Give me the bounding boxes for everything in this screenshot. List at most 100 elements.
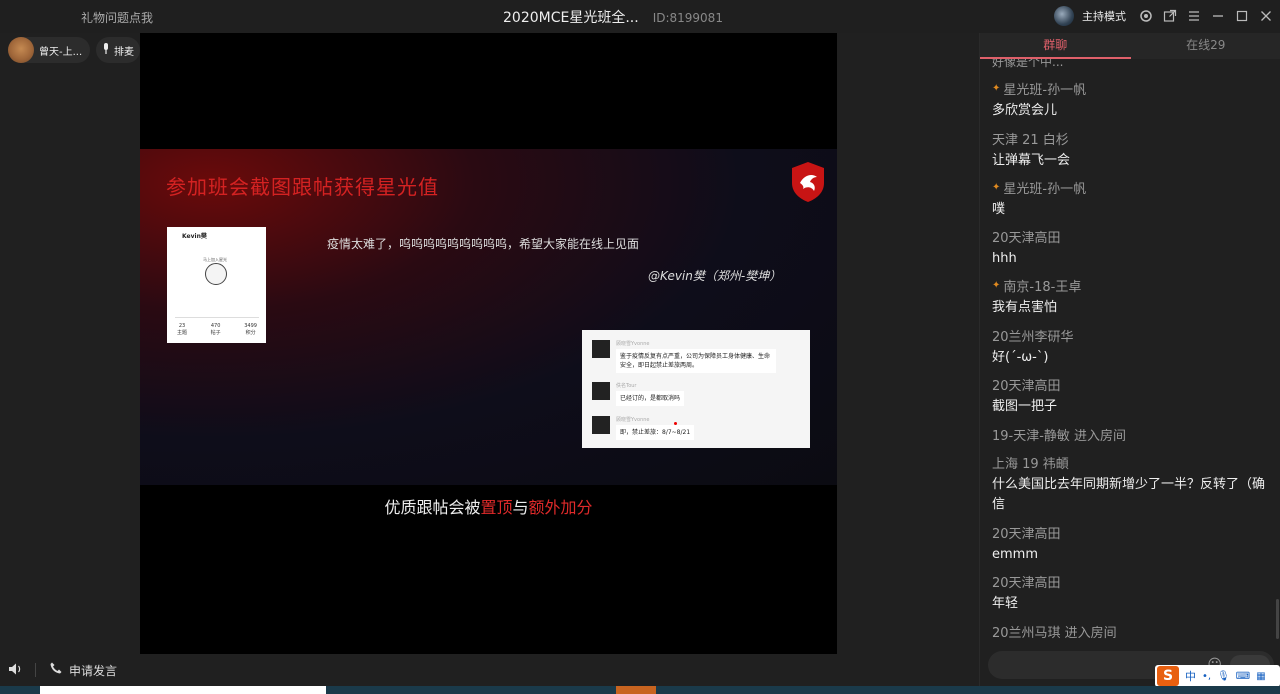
chat-sender-name[interactable]: 20天津高田 (992, 227, 1272, 246)
tab-group-chat[interactable]: 群聊 (980, 33, 1131, 59)
chat-message: 天津 21 白杉让弹幕飞一会 (992, 129, 1272, 171)
scrollbar[interactable] (1276, 599, 1279, 639)
room-id: ID:8199081 (652, 11, 723, 25)
queue-mic-button[interactable]: 排麦 (96, 37, 140, 63)
chat-message-text: 什么美国比去年同期新增少了一半？反转了（确信 (992, 477, 1266, 512)
apply-speak-label: 申请发言 (69, 663, 118, 678)
chat-message-text: 我有点害怕 (992, 300, 1058, 315)
close-icon[interactable] (1258, 8, 1274, 24)
video-area[interactable]: 参加班会截图跟帖获得星光值 Kevin樊 马上加入星光 23 主题 470 帖子 3… (140, 33, 837, 654)
chat-message-text: 好(´-ω-`) (992, 350, 1049, 365)
chat-shot-row: 顾晓雪Yvonne 鉴于疫情反复有点严重，公司为保障员工身体健康、生命安全，即日… (592, 340, 776, 373)
chat-message-text: 让弹幕飞一会 (992, 153, 1071, 168)
taskbar-search[interactable] (40, 686, 326, 694)
mic-icon[interactable]: 🎙 (1217, 671, 1230, 682)
chat-message: 20兰州李研华好(´-ω-`) (992, 326, 1272, 368)
maximize-icon[interactable] (1234, 8, 1250, 24)
msi-shield-logo (792, 162, 824, 202)
divider (175, 317, 259, 318)
chat-message: ✦ 星光班-孙一帆多欣赏会儿 (992, 79, 1272, 121)
profile-name: Kevin樊 (182, 233, 207, 240)
speaker-chip[interactable]: 曾天-上... (8, 37, 91, 63)
grid-icon[interactable]: ▦ (1256, 671, 1265, 682)
chat-sender-name[interactable]: ✦ 星光班-孙一帆 (992, 178, 1272, 197)
window-controls: 主持模式 (1054, 5, 1274, 27)
ime-lang[interactable]: 中 (1185, 668, 1196, 684)
profile-stats: 23 主题 470 帖子 3499 积分 (177, 323, 257, 337)
host-mode-label[interactable]: 主持模式 (1082, 8, 1126, 24)
slide-author: @Kevin樊（郑州-樊坤） (648, 269, 782, 283)
chat-message-cutoff: 好像是个中... (992, 59, 1064, 69)
chat-sender-name[interactable]: 19-天津-静敏 进入房间 (992, 425, 1272, 444)
room-title-group: 2020MCE星光班全... ID:8199081 (503, 7, 723, 27)
presentation-slide: 参加班会截图跟帖获得星光值 Kevin樊 马上加入星光 23 主题 470 帖子 3… (140, 149, 837, 517)
chat-message: 20天津高田 hhh (992, 227, 1272, 269)
chat-message-text: 噗 (992, 202, 1006, 217)
keyboard-icon[interactable]: ⌨ (1236, 671, 1250, 682)
slide-title: 参加班会截图跟帖获得星光值 (166, 175, 439, 199)
bottom-toolbar: 申请发言 (0, 654, 979, 686)
medal-icon: ✦ (992, 280, 1001, 291)
profile-stat: 23 主题 (177, 323, 188, 336)
slide-quote: 疫情太难了，呜呜呜呜呜呜呜呜呜，希望大家能在线上见面 (327, 237, 640, 251)
menu-icon[interactable] (1186, 8, 1202, 24)
chat-panel: 群聊 在线29 好像是个中... ✦ 星光班-孙一帆 多欣赏会儿 天津 21 白杉 让弹… (979, 33, 1280, 686)
title-bar: 礼物问题点我 2020MCE星光班全... ID:8199081 主持模式 (0, 0, 1280, 33)
avatar (8, 37, 34, 63)
chat-sender-name[interactable]: 20兰州马琪 进入房间 (992, 622, 1272, 641)
minimize-icon[interactable] (1210, 8, 1226, 24)
chat-sender-name[interactable]: 20兰州李研华 (992, 326, 1272, 345)
medal-icon: ✦ (992, 182, 1001, 193)
mic-icon (102, 42, 110, 58)
avatar (592, 416, 610, 434)
avatar (592, 340, 610, 358)
chat-message-text: 年轻 (992, 596, 1019, 611)
chat-message: 20天津高田年轻 (992, 572, 1272, 614)
chat-message-list[interactable]: 好像是个中... ✦ 星光班-孙一帆 多欣赏会儿 天津 21 白杉 让弹幕飞一会 ✦ 星光班… (980, 59, 1280, 647)
chat-message-text: 多欣赏会儿 (992, 103, 1058, 118)
slide-footer: 优质跟帖会被置顶与额外加分 (384, 498, 593, 517)
chat-screenshot: 顾晓雪Yvonne 鉴于疫情反复有点严重，公司为保障员工身体健康、生命安全，即日… (582, 330, 810, 448)
host-avatar[interactable] (1054, 6, 1074, 26)
chat-sender-name[interactable]: ✦ 星光班-孙一帆 (992, 79, 1272, 98)
apply-speak-button[interactable]: 申请发言 (49, 661, 117, 679)
profile-avatar (205, 263, 227, 285)
room-title: 2020MCE星光班全... (503, 10, 639, 26)
chat-system-message: 19-天津-静敏 进入房间 (992, 425, 1272, 444)
chat-sender-name[interactable]: 20天津高田 (992, 375, 1272, 394)
chat-sender-name[interactable]: 天津 21 白杉 (992, 129, 1272, 148)
chat-sender-name[interactable]: 20天津高田 (992, 572, 1272, 591)
popout-icon[interactable] (1162, 8, 1178, 24)
chat-message: ✦ 星光班-孙一帆噗 (992, 178, 1272, 220)
phone-icon (49, 661, 63, 679)
volume-icon[interactable] (8, 662, 24, 680)
gift-help-link[interactable]: 礼物问题点我 (81, 9, 153, 26)
ime-logo[interactable]: S (1157, 666, 1179, 686)
chat-sender-name[interactable]: ✦ 南京-18-王卓 (992, 276, 1272, 295)
medal-icon: ✦ (992, 83, 1001, 94)
app-window: 礼物问题点我 2020MCE星光班全... ID:8199081 主持模式 曾天… (0, 0, 1280, 694)
punctuation-icon[interactable]: •, (1202, 671, 1211, 682)
chat-system-message: 20兰州马琪 进入房间 (992, 622, 1272, 641)
settings-icon[interactable] (1138, 8, 1154, 24)
tab-online[interactable]: 在线29 (1131, 33, 1280, 59)
queue-mic-label: 排麦 (114, 46, 134, 58)
profile-stat: 3499 积分 (244, 323, 257, 336)
chat-message: 上海 19 祎頔什么美国比去年同期新增少了一半？反转了（确信 (992, 453, 1272, 515)
chat-sender-name[interactable]: 20天津高田 (992, 523, 1272, 542)
speaker-column: 曾天-上... 排麦 (0, 33, 140, 654)
profile-stat: 470 帖子 (210, 323, 221, 336)
chat-sender-name[interactable]: 上海 19 祎頔 (992, 453, 1272, 472)
profile-card: Kevin樊 马上加入星光 23 主题 470 帖子 3499 积分 (167, 227, 266, 343)
chat-tabs: 群聊 在线29 (980, 33, 1280, 59)
chat-message: 20天津高田 emmm (992, 523, 1272, 565)
chat-message: 20天津高田 截图一把子 (992, 375, 1272, 417)
taskbar-app[interactable] (616, 686, 656, 694)
chat-message-text: hhh (992, 251, 1017, 266)
chat-message-text: emmm (992, 547, 1038, 562)
ime-toolbar[interactable]: S 中 •, 🎙 ⌨ ▦ (1155, 665, 1280, 687)
chat-message: ✦ 南京-18-王卓我有点害怕 (992, 276, 1272, 318)
os-taskbar (0, 686, 1280, 694)
avatar (592, 382, 610, 400)
divider (35, 663, 36, 677)
